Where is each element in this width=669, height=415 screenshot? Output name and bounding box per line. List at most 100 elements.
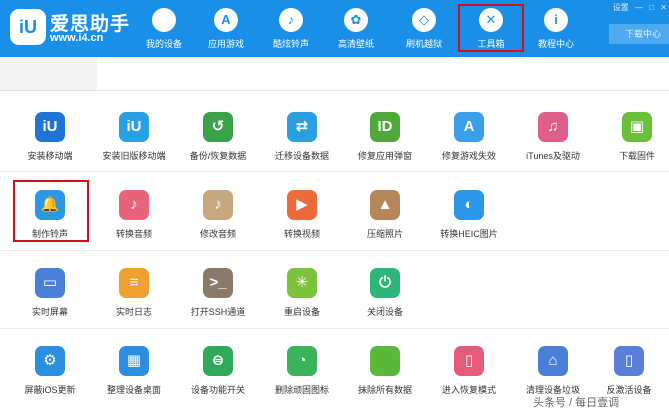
tool-live-screen[interactable]: ▭ 实时屏幕	[10, 268, 90, 326]
tool-install-mobile[interactable]: iU 安装移动端	[10, 112, 90, 170]
tool-edit-audio[interactable]: ♪ 修改音频	[178, 190, 258, 248]
tool-download-firmware[interactable]: ▣ 下载固件	[597, 112, 669, 170]
recovery-mode-icon: ▯	[454, 346, 484, 376]
tool-organize-desktop[interactable]: ▦ 整理设备桌面	[94, 346, 174, 404]
heic-convert-icon: ◐	[454, 190, 484, 220]
row-divider	[0, 250, 669, 251]
firmware-cube-icon: ▣	[622, 112, 652, 142]
tool-open-ssh[interactable]: >_ 打开SSH通道	[178, 268, 258, 326]
nav-label: 刷机越狱	[405, 39, 442, 49]
tool-label: 进入恢复模式	[441, 385, 496, 395]
nav-wallpapers[interactable]: ✿ 高清壁纸	[325, 0, 387, 57]
tool-label: 打开SSH通道	[190, 307, 246, 317]
tool-label: 重启设备	[283, 307, 320, 317]
block-update-icon: ⚙	[35, 346, 65, 376]
tool-delete-stubborn-icons[interactable]: ◔ 删除顽固图标	[262, 346, 342, 404]
watermark-text: 头条号 / 每日壹调	[530, 394, 623, 410]
nav-tutorials[interactable]: i 教程中心	[525, 0, 587, 57]
download-center-button[interactable]: 下载中心	[609, 24, 669, 44]
tool-label: 关闭设备	[366, 307, 403, 317]
tool-label: 屏蔽iOS更新	[24, 385, 76, 395]
brand-url: www.i4.cn	[50, 32, 104, 44]
tool-install-legacy-mobile[interactable]: iU 安装旧版移动端	[94, 112, 174, 170]
nav-label: 教程中心	[537, 39, 574, 49]
tool-label: 修改音频	[199, 229, 236, 239]
tool-compress-photo[interactable]: ▲ 压缩照片	[345, 190, 425, 248]
tool-convert-heic[interactable]: ◐ 转换HEIC图片	[429, 190, 509, 248]
edit-audio-icon: ♪	[203, 190, 233, 220]
nav-label: 高清壁纸	[337, 39, 374, 49]
tool-fix-app-popup[interactable]: ID 修复应用弹窗	[345, 112, 425, 170]
apple-icon	[152, 8, 176, 32]
row-divider	[0, 171, 669, 172]
delete-icon-pie-icon: ◔	[287, 346, 317, 376]
organize-desktop-icon: ▦	[119, 346, 149, 376]
tool-block-ios-update[interactable]: ⚙ 屏蔽iOS更新	[10, 346, 90, 404]
app-store-icon: A	[214, 8, 238, 32]
itunes-icon: ♫	[538, 112, 568, 142]
tool-label: 设备功能开关	[190, 385, 245, 395]
tool-fix-game[interactable]: A 修复游戏失效	[429, 112, 509, 170]
tool-convert-audio[interactable]: ♪ 转换音频	[94, 190, 174, 248]
i4-legacy-app-icon: iU	[119, 112, 149, 142]
compress-photo-icon: ▲	[370, 190, 400, 220]
tool-make-ringtone[interactable]: 🔔 制作铃声	[10, 190, 90, 248]
nav-flash-jailbreak[interactable]: ◇ 刷机越狱	[393, 0, 455, 57]
tool-backup-restore[interactable]: ↺ 备份/恢复数据	[178, 112, 258, 170]
dropbox-icon: ◇	[412, 8, 436, 32]
sub-toolbar	[0, 57, 669, 91]
live-screen-icon: ▭	[35, 268, 65, 298]
window-controls: 设置 — □ ✕	[609, 2, 667, 13]
close-control[interactable]: ✕	[660, 3, 667, 12]
info-icon: i	[544, 8, 568, 32]
tool-restart-device[interactable]: ✳ 重启设备	[262, 268, 342, 326]
tool-label: 转换视频	[283, 229, 320, 239]
tool-label: 迁移设备数据	[274, 151, 329, 161]
tool-label: 修复游戏失效	[441, 151, 496, 161]
maximize-control[interactable]: □	[649, 3, 654, 12]
restart-icon: ✳	[287, 268, 317, 298]
tool-label: 转换音频	[115, 229, 152, 239]
tool-label: 备份/恢复数据	[189, 151, 247, 161]
tool-feature-toggle[interactable]: ⊜ 设备功能开关	[178, 346, 258, 404]
convert-video-icon: ▶	[287, 190, 317, 220]
tool-label: 实时日志	[115, 307, 152, 317]
tool-label: 整理设备桌面	[106, 385, 161, 395]
tool-label: 下载固件	[618, 151, 655, 161]
bell-icon: ♪	[279, 8, 303, 32]
nav-ringtones[interactable]: ♪ 酷炫铃声	[260, 0, 322, 57]
tool-label: 安装旧版移动端	[102, 151, 166, 161]
tool-label: 删除顽固图标	[274, 385, 329, 395]
toolbox-highlight-box	[458, 4, 524, 52]
nav-label: 应用游戏	[207, 39, 244, 49]
ringtone-bell-icon: 🔔	[35, 190, 65, 220]
tool-label: 安装移动端	[27, 151, 73, 161]
i4-logo: iU	[10, 9, 46, 45]
clean-junk-icon: ⌂	[538, 346, 568, 376]
settings-control[interactable]: 设置	[613, 3, 629, 12]
ssh-terminal-icon: >_	[203, 268, 233, 298]
backup-clock-icon: ↺	[203, 112, 233, 142]
nav-label: 我的设备	[145, 39, 182, 49]
migrate-data-icon: ⇄	[287, 112, 317, 142]
tool-migrate-data[interactable]: ⇄ 迁移设备数据	[262, 112, 342, 170]
nav-my-device[interactable]: 我的设备	[133, 0, 195, 57]
tool-recovery-mode[interactable]: ▯ 进入恢复模式	[429, 346, 509, 404]
live-log-icon: ≡	[119, 268, 149, 298]
deactivate-icon: ▯	[614, 346, 644, 376]
sub-toolbar-left-panel	[0, 57, 97, 91]
tool-erase-all-data[interactable]: 抹除所有数据	[345, 346, 425, 404]
tool-shutdown-device[interactable]: ⏻ 关闭设备	[345, 268, 425, 326]
i4-app-icon: iU	[35, 112, 65, 142]
minimize-control[interactable]: —	[635, 3, 643, 12]
tool-live-log[interactable]: ≡ 实时日志	[94, 268, 174, 326]
tool-itunes-driver[interactable]: ♫ iTunes及驱动	[513, 112, 593, 170]
tool-label: 抹除所有数据	[357, 385, 412, 395]
convert-audio-icon: ♪	[119, 190, 149, 220]
nav-apps-games[interactable]: A 应用游戏	[195, 0, 257, 57]
tool-label: 转换HEIC图片	[440, 229, 498, 239]
row-divider	[0, 328, 669, 329]
tool-convert-video[interactable]: ▶ 转换视频	[262, 190, 342, 248]
top-header: iU 爱思助手 www.i4.cn 我的设备 A 应用游戏 ♪ 酷炫铃声 ✿ 高…	[0, 0, 669, 57]
tool-label: 实时屏幕	[31, 307, 68, 317]
